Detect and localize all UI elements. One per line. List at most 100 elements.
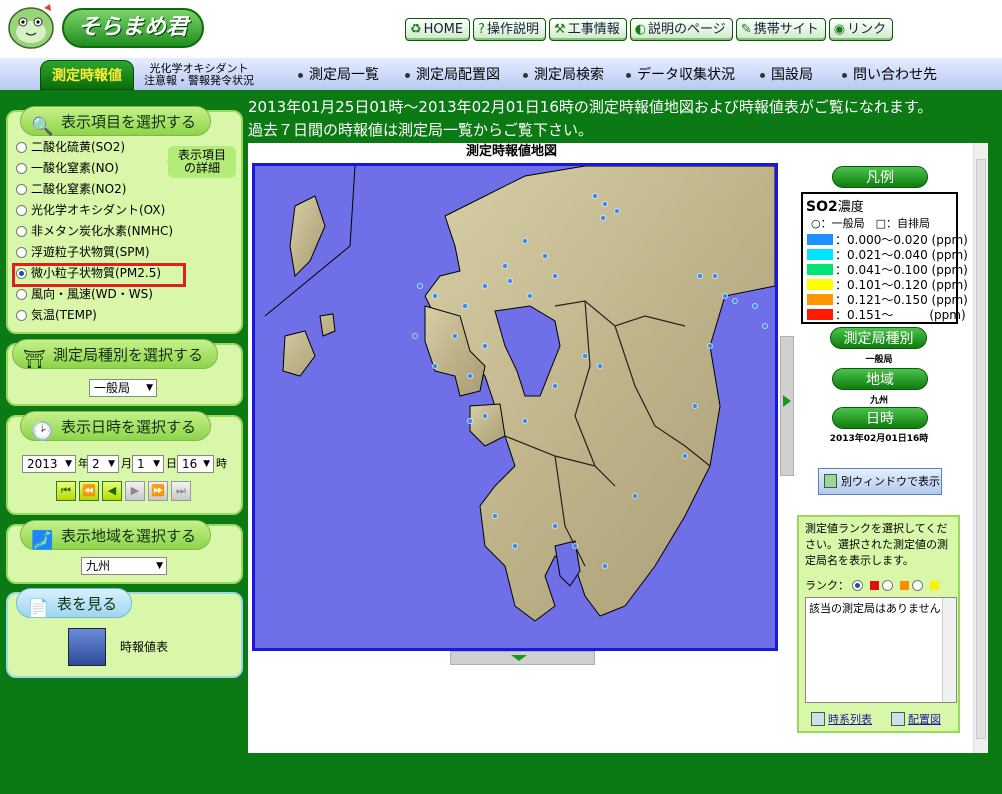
display-item-option[interactable]: 二酸化窒素(NO2) xyxy=(16,180,126,198)
rank-radio-yellow[interactable] xyxy=(912,579,923,591)
station-type-select[interactable]: 一般局 ▼ xyxy=(89,379,157,397)
legend-row: ：0.021～0.040 (ppm) xyxy=(807,247,968,262)
year-select[interactable]: 2013 ▼ xyxy=(22,455,76,473)
region-value: 九州 xyxy=(869,396,888,406)
region-pill: 地域 xyxy=(832,368,928,390)
display-item-label: 風向・風速(WD・WS) xyxy=(31,287,153,301)
display-item-radio[interactable] xyxy=(16,162,27,174)
rank-result-list[interactable]: 該当の測定局はありません xyxy=(805,597,957,703)
table-icon xyxy=(811,712,825,726)
nav-construction-button[interactable]: ⚒ 工事情報 xyxy=(549,18,627,41)
globe-icon: ◉ xyxy=(833,22,846,37)
window-icon xyxy=(824,474,837,488)
hour-unit: 時 xyxy=(216,457,227,470)
menu-tab-national-stations[interactable]: 国設局 xyxy=(760,58,813,92)
hourly-table-icon[interactable] xyxy=(68,628,106,666)
first-time-button[interactable]: ⏮ xyxy=(56,481,76,501)
kyushu-landmass xyxy=(424,166,775,622)
datetime-panel-title: 🕑 表示日時を選択する xyxy=(20,411,212,442)
display-item-option[interactable]: 浮遊粒子状物質(SPM) xyxy=(16,243,150,261)
display-item-label: 非メタン炭化水素(NMHC) xyxy=(31,224,174,238)
display-item-radio[interactable] xyxy=(16,183,27,195)
page-scrollbar-thumb[interactable] xyxy=(976,159,986,739)
map-pan-down-button[interactable] xyxy=(450,651,595,665)
display-item-option[interactable]: 非メタン炭化水素(NMHC) xyxy=(16,222,173,240)
legend-swatch xyxy=(807,279,833,290)
placement-link[interactable]: 配置図 xyxy=(891,711,941,727)
legend-box: SO2濃度 ○：一般局 □：自排局 ：0.000～0.020 (ppm) ：0.0… xyxy=(801,192,968,324)
mascot-logo-icon[interactable] xyxy=(4,2,58,54)
help-icon: ? xyxy=(478,22,486,37)
legend-row: ：0.101～0.120 (ppm) xyxy=(807,277,968,292)
rank-radio-red[interactable] xyxy=(852,579,863,591)
legend-range-label: ：0.151～ (ppm) xyxy=(835,308,966,322)
display-item-option[interactable]: 風向・風速(WD・WS) xyxy=(16,285,153,303)
display-item-option[interactable]: 気温(TEMP) xyxy=(16,306,97,324)
nav-links-button[interactable]: ◉ リンク xyxy=(828,18,894,41)
intro-text: 2013年01月25日01時～2013年02月01日16時の測定時報値地図および… xyxy=(248,98,933,139)
nav-help-button[interactable]: ? 操作説明 xyxy=(473,18,547,41)
last-time-button[interactable]: ⏭ xyxy=(171,481,191,501)
hourly-table-link[interactable]: 時報値表 xyxy=(120,638,168,655)
month-unit: 月 xyxy=(121,457,132,470)
prev-time-button[interactable]: ◀ xyxy=(102,481,122,501)
day-select[interactable]: 1 ▼ xyxy=(132,455,164,473)
display-item-radio[interactable] xyxy=(16,288,27,300)
open-new-window-button[interactable]: 別ウィンドウで表示 xyxy=(818,468,942,495)
legend-row: ：0.151～ (ppm) xyxy=(807,307,966,322)
display-item-radio[interactable] xyxy=(16,246,27,258)
amakusa-islands xyxy=(469,403,506,447)
rank-radio-orange[interactable] xyxy=(882,579,893,591)
region-panel: 🗾 表示地域を選択する xyxy=(6,520,243,584)
month-select[interactable]: 2 ▼ xyxy=(87,455,119,473)
menu-tab-station-search[interactable]: 測定局検索 xyxy=(523,58,604,92)
display-item-option[interactable]: 光化学オキシダント(OX) xyxy=(16,201,165,219)
region-select[interactable]: 九州 ▼ xyxy=(81,557,167,575)
station-icon: ⛩ xyxy=(23,349,46,370)
legend-swatch xyxy=(807,264,833,275)
display-item-panel-title: 🔍 表示項目を選択する xyxy=(20,106,212,137)
display-item-radio[interactable] xyxy=(16,225,27,237)
display-item-label: 浮遊粒子状物質(SPM) xyxy=(31,245,150,259)
legend-row: ：0.041～0.100 (ppm) xyxy=(807,262,968,277)
next-time-button[interactable]: ▶ xyxy=(125,481,145,501)
nav-mobile-button[interactable]: ✎ 携帯サイト xyxy=(735,18,826,41)
hour-select[interactable]: 16 ▼ xyxy=(177,455,214,473)
display-item-radio[interactable] xyxy=(16,309,27,321)
legend-title: SO2濃度 xyxy=(806,199,864,215)
rewind-time-button[interactable]: ⏪ xyxy=(79,481,99,501)
display-item-option[interactable]: 一酸化窒素(NO) xyxy=(16,159,119,177)
kyushu-map[interactable] xyxy=(252,163,778,651)
display-item-radio[interactable] xyxy=(16,141,27,153)
menu-tab-station-map[interactable]: 測定局配置図 xyxy=(405,58,500,92)
menu-tab-station-list[interactable]: 測定局一覧 xyxy=(298,58,379,92)
item-detail-link[interactable]: 表示項目 の詳細 xyxy=(166,146,236,178)
site-logo[interactable]: そらまめ君 xyxy=(62,8,204,48)
document-icon: 📄 xyxy=(27,598,50,619)
forward-time-button[interactable]: ⏩ xyxy=(148,481,168,501)
goto-islands xyxy=(282,313,336,377)
map-pan-right-button[interactable] xyxy=(780,336,794,476)
kyushu-map-svg[interactable] xyxy=(255,166,775,648)
clock-icon: 🕑 xyxy=(31,421,54,442)
main-menu-bar: 測定時報値 光化学オキシダント 注意報・警報発令状況 測定局一覧 測定局配置図 … xyxy=(0,58,1002,92)
legend-row: ：0.000～0.020 (ppm) xyxy=(807,232,968,247)
legend-swatch xyxy=(807,309,833,320)
menu-tab-data-collection[interactable]: データ収集状況 xyxy=(626,58,735,92)
display-item-radio[interactable] xyxy=(16,204,27,216)
station-type-pill: 測定局種別 xyxy=(830,327,927,349)
timeseries-link[interactable]: 時系列表 xyxy=(811,711,872,727)
book-icon: ◐ xyxy=(634,22,647,37)
nav-home-button[interactable]: ♻ HOME xyxy=(405,18,471,41)
station-type-panel-title: ⛩ 測定局種別を選択する xyxy=(12,339,219,370)
menu-tab-oxidant-alerts[interactable]: 光化学オキシダント 注意報・警報発令状況 xyxy=(144,63,254,87)
nav-explanation-button[interactable]: ◐ 説明のページ xyxy=(629,18,733,41)
page-scrollbar[interactable] xyxy=(973,143,988,753)
legend-swatch xyxy=(807,234,833,245)
display-item-option[interactable]: 二酸化硫黄(SO2) xyxy=(16,138,125,156)
display-item-label: 二酸化硫黄(SO2) xyxy=(31,140,126,154)
menu-tab-hourly-values[interactable]: 測定時報値 xyxy=(40,60,134,90)
datetime-pill: 日時 xyxy=(832,407,928,429)
chart-icon xyxy=(891,712,905,726)
menu-tab-contact[interactable]: 問い合わせ先 xyxy=(842,58,937,92)
